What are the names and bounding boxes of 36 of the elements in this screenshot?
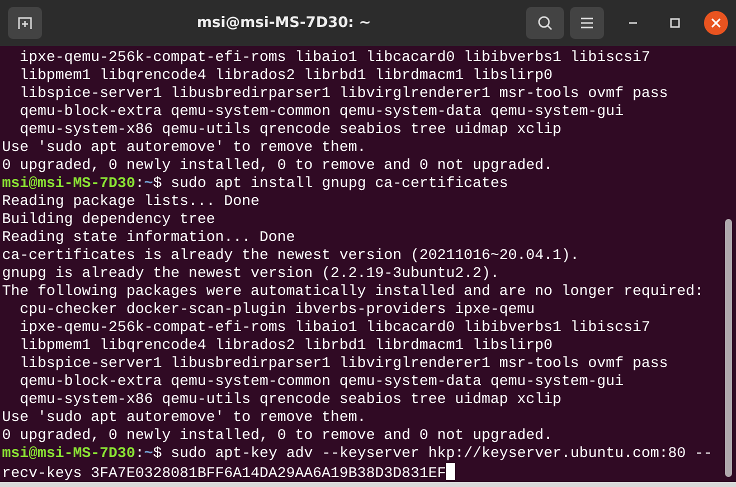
prompt-line: msi@msi-MS-7D30:~$ sudo apt install gnupg ca-certificates xyxy=(2,175,508,193)
close-button[interactable] xyxy=(704,11,728,35)
search-icon xyxy=(537,15,553,31)
terminal-line: qemu-block-extra qemu-system-common qemu-system-data qemu-system-gui xyxy=(18,373,624,391)
terminal-line: The following packages were automatically installed and are no longer required: xyxy=(2,283,704,301)
prompt-line: msi@msi-MS-7D30:~$ sudo apt-key adv --keyserver hkp://keyserver.ubuntu.com:80 -- xyxy=(2,445,712,463)
terminal-line: qemu-system-x86 qemu-utils qrencode seabios tree uidmap xclip xyxy=(18,391,562,409)
window-title: msi@msi-MS-7D30: ~ xyxy=(196,15,372,31)
terminal-line: gnupg is already the newest version (2.2.19-3ubuntu2.2). xyxy=(2,265,500,283)
terminal-line: ipxe-qemu-256k-compat-efi-roms libaio1 libcacard0 libibverbs1 libiscsi7 xyxy=(18,319,650,337)
terminal-line: qemu-block-extra qemu-system-common qemu-system-data qemu-system-gui xyxy=(18,103,624,121)
new-tab-button[interactable] xyxy=(8,7,42,39)
search-button[interactable] xyxy=(526,7,564,39)
terminal-line: cpu-checker docker-scan-plugin ibverbs-providers ipxe-qemu xyxy=(18,301,535,319)
menu-button[interactable] xyxy=(570,7,604,39)
menu-icon xyxy=(580,17,594,29)
terminal-line: libpmem1 libqrencode4 librados2 librbd1 librdmacm1 libslirp0 xyxy=(18,337,553,355)
maximize-icon xyxy=(670,18,680,28)
terminal-line: recv-keys 3FA7E0328081BFF6A14DA29AA6A19B38D3D831EF xyxy=(2,463,455,481)
terminal-line: Use 'sudo apt autoremove' to remove them. xyxy=(2,139,366,157)
terminal-line: libspice-server1 libusbredirparser1 libvirglrenderer1 msr-tools ovmf pass xyxy=(18,85,668,103)
terminal-line: 0 upgraded, 0 newly installed, 0 to remove and 0 not upgraded. xyxy=(2,157,553,175)
terminal-line: ca-certificates is already the newest version (20211016~20.04.1). xyxy=(2,247,580,265)
terminal-line: ipxe-qemu-256k-compat-efi-roms libaio1 libcacard0 libibverbs1 libiscsi7 xyxy=(18,49,650,67)
terminal-line: libpmem1 libqrencode4 librados2 librbd1 librdmacm1 libslirp0 xyxy=(18,67,553,85)
terminal-line: Building dependency tree xyxy=(2,211,216,229)
close-icon xyxy=(711,18,721,28)
terminal-line: libspice-server1 libusbredirparser1 libvirglrenderer1 msr-tools ovmf pass xyxy=(18,355,668,373)
terminal-line: Reading state information... Done xyxy=(2,229,296,247)
terminal-line: 0 upgraded, 0 newly installed, 0 to remove and 0 not upgraded. xyxy=(2,427,553,445)
scrollbar[interactable] xyxy=(725,219,732,477)
minimize-icon xyxy=(628,22,638,24)
terminal-line: Reading package lists... Done xyxy=(2,193,260,211)
terminal-line: qemu-system-x86 qemu-utils qrencode seabios tree uidmap xclip xyxy=(18,121,562,139)
terminal-line: Use 'sudo apt autoremove' to remove them. xyxy=(2,409,366,427)
new-tab-icon xyxy=(17,15,33,31)
